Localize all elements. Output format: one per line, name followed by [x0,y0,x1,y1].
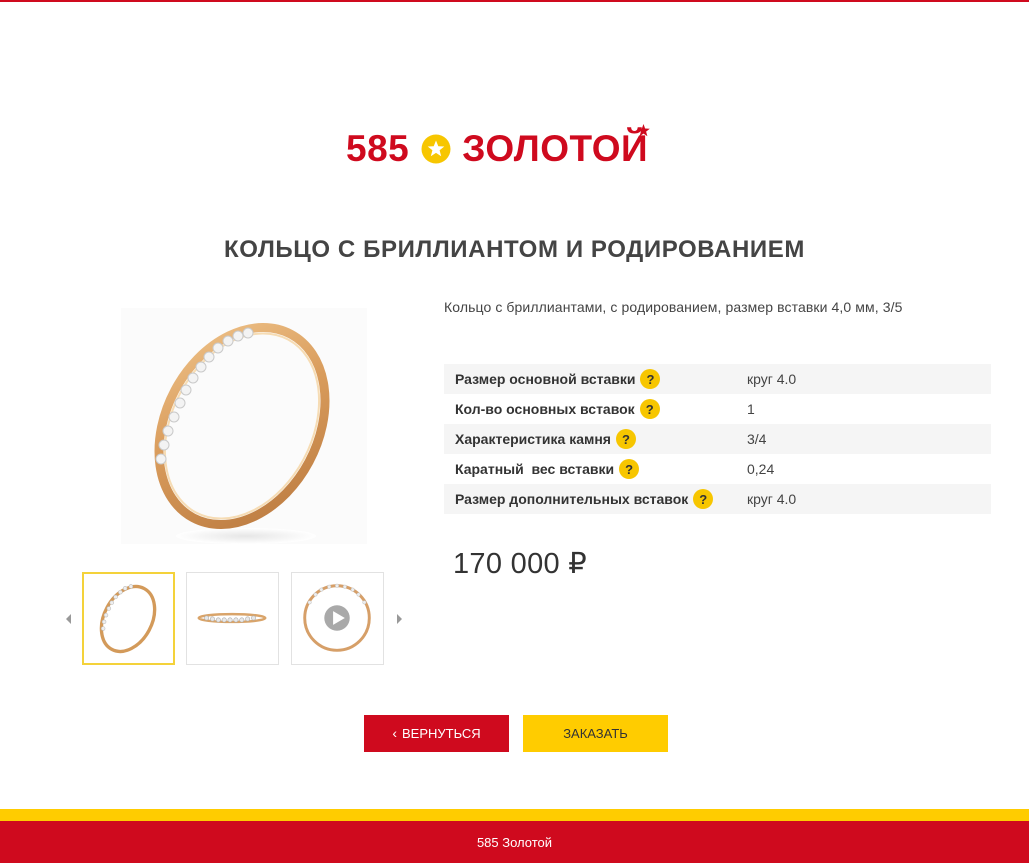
spec-row: Размер дополнительных вставок ? круг 4.0 [444,484,991,514]
star-icon [421,134,451,164]
thumbnail-ring-front[interactable] [82,572,175,665]
logo-number: 585 [346,128,410,169]
footer: 585 Золотой [0,821,1029,863]
thumbnail-carousel [60,572,410,666]
help-icon[interactable]: ? [615,429,636,449]
footer-text: 585 Золотой [476,834,553,850]
chevron-left-icon[interactable] [62,610,76,628]
product-description: Кольцо с бриллиантами, с родированием, р… [444,299,903,315]
spec-label: Каратный вес вставки [455,461,615,477]
main-product-image[interactable] [113,300,375,552]
help-icon[interactable]: ? [639,399,660,419]
order-button[interactable]: ЗАКАЗАТЬ [523,715,668,752]
product-title: КОЛЬЦО С БРИЛЛИАНТОМ И РОДИРОВАНИЕМ [224,236,805,263]
thumbnail-ring-video[interactable] [291,572,384,665]
logo-word: ЗОЛОТОЙ [462,128,649,169]
spec-value: 1 [747,401,755,417]
spec-row: Каратный вес вставки ? 0,24 [444,454,991,484]
help-icon[interactable]: ? [640,369,661,389]
spec-row: Кол-во основных вставок ? 1 [444,394,991,424]
spec-row: Характеристика камня ? 3/4 [444,424,991,454]
spec-row: Размер основной вставки ? круг 4.0 [444,364,991,394]
spec-value: 3/4 [747,431,767,447]
spec-label: Размер дополнительных вставок [455,491,689,507]
spec-label: Кол-во основных вставок [455,401,635,417]
back-button[interactable]: ‹ ВЕРНУТЬСЯ [364,715,509,752]
play-icon [324,605,350,631]
spec-value: круг 4.0 [747,491,797,507]
specs-table: Размер основной вставки ? круг 4.0 Кол-в… [444,364,991,514]
chevron-right-icon[interactable] [392,610,406,628]
spec-value: круг 4.0 [747,371,797,387]
footer-yellow-stripe [0,809,1029,821]
back-button-label: ВЕРНУТЬСЯ [402,726,481,741]
chevron-left-icon: ‹ [392,725,398,741]
help-icon[interactable]: ? [619,459,640,479]
help-icon[interactable]: ? [693,489,714,509]
spec-label: Характеристика камня [455,431,611,447]
product-price: 170 000 ₽ [453,548,588,580]
spec-value: 0,24 [747,461,775,477]
thumbnail-ring-side[interactable] [186,572,279,665]
brand-logo[interactable]: 585 ЗОЛОТОЙ [346,124,650,170]
order-button-label: ЗАКАЗАТЬ [563,726,628,741]
top-accent-line [0,0,1029,2]
spec-label: Размер основной вставки [455,371,636,387]
small-star-icon [637,124,650,137]
